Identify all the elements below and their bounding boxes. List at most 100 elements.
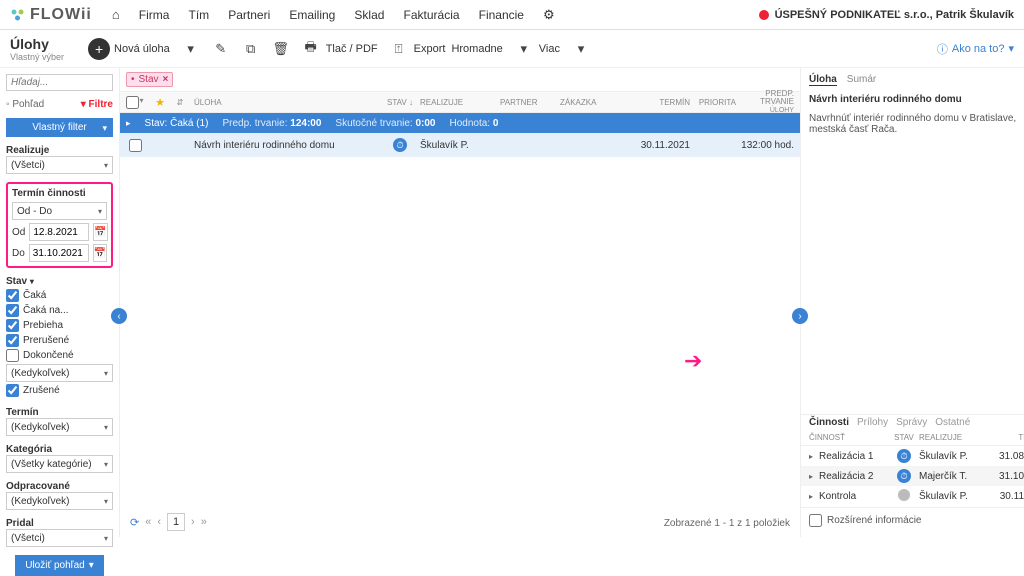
col-realizer[interactable]: REALIZUJE (420, 98, 500, 107)
grid-header: ▾ ★ ⇵ ÚLOHA STAV ↓ REALIZUJE PARTNER ZÁK… (120, 91, 800, 113)
detail-description: Navrhnúť interiér rodinného domu v Brati… (809, 113, 1024, 135)
kategoria-select[interactable]: (Všetky kategórie)▾ (6, 455, 113, 473)
help-link[interactable]: ⓘ Ako na to? ▾ (937, 41, 1014, 57)
new-task-button-icon[interactable]: + (88, 38, 110, 60)
status-prerusene-checkbox[interactable] (6, 334, 19, 347)
close-icon[interactable]: × (163, 74, 169, 85)
activity-realizer: Škulavík P. (919, 491, 999, 502)
chevron-right-icon: ▸ (809, 452, 819, 461)
tab-sumar[interactable]: Sumár (847, 74, 876, 86)
filters-link[interactable]: ▾ Filtre (81, 99, 113, 110)
col-status[interactable]: STAV (387, 98, 407, 107)
nav-fakturacia[interactable]: Fakturácia (404, 8, 460, 22)
page-prev-icon[interactable]: ‹ (157, 516, 161, 528)
brand-logo: FLOWii (10, 6, 92, 24)
activity-row[interactable]: ▸Realizácia 2⏱Majerčík T.31.10.2021 (801, 466, 1024, 486)
nav-tim[interactable]: Tím (189, 8, 210, 22)
delete-icon[interactable]: 🗑 (270, 41, 292, 57)
home-icon[interactable]: ⌂ (112, 7, 120, 22)
export-button[interactable]: Export (414, 43, 446, 55)
tab-spravy[interactable]: Správy (896, 417, 927, 428)
activity-realizer: Majerčík T. (919, 471, 999, 482)
status-dokoncene-checkbox[interactable] (6, 349, 19, 362)
activity-row[interactable]: ▸KontrolaŠkulavík P.30.11.2021 (801, 486, 1024, 507)
nav-emailing[interactable]: Emailing (289, 8, 335, 22)
tab-ostatne[interactable]: Ostatné (935, 417, 970, 428)
copy-icon[interactable]: ⧉ (240, 41, 262, 57)
col-duration[interactable]: PREDP. TRVANIEÚLOHY (740, 90, 800, 114)
new-task-button[interactable]: Nová úloha (114, 43, 170, 55)
col-deadline[interactable]: TERMÍN (620, 98, 690, 107)
tab-prilohy[interactable]: Prílohy (857, 417, 888, 428)
status-zrusene-checkbox[interactable] (6, 384, 19, 397)
select-all-checkbox[interactable] (126, 96, 139, 109)
col-priority[interactable]: PRIORITA (690, 98, 740, 107)
date-mode-select[interactable]: Od - Do▾ (12, 202, 107, 220)
row-checkbox[interactable] (129, 139, 142, 152)
page-title-block: Úlohy Vlastný výber (10, 36, 64, 62)
edit-icon[interactable]: ✎ (210, 41, 232, 57)
sort-icon[interactable]: ⇵ (170, 98, 190, 107)
own-filter-button[interactable]: Vlastný filter▾ (6, 118, 113, 137)
status-anytime-select[interactable]: (Kedykoľvek)▾ (6, 364, 113, 382)
tab-cinnosti[interactable]: Činnosti (809, 417, 849, 428)
refresh-icon[interactable]: ⟳ (130, 516, 139, 529)
termin-label: Termín (6, 407, 113, 418)
page-last-icon[interactable]: » (201, 516, 207, 528)
status-prebieha-checkbox[interactable] (6, 319, 19, 332)
col-partner[interactable]: PARTNER (500, 98, 560, 107)
page-next-icon[interactable]: › (191, 516, 195, 528)
gear-icon[interactable]: ⚙ (543, 7, 555, 22)
nav-financie[interactable]: Financie (479, 8, 524, 22)
view-mode-link[interactable]: ◦ Pohľad (6, 99, 44, 110)
realizes-select[interactable]: (Všetci)▾ (6, 156, 113, 174)
export-icon[interactable]: ⍐ (388, 41, 410, 57)
group-row[interactable]: ▸ Stav: Čaká (1) Predp. trvanie: 124:00 … (120, 113, 800, 133)
filter-sidebar: ◦ Pohľad ▾ Filtre Vlastný filter▾ Realiz… (0, 68, 120, 537)
kategoria-label: Kategória (6, 444, 113, 455)
chevron-down-icon[interactable]: ▾ (513, 41, 535, 57)
more-button[interactable]: Viac (539, 43, 560, 55)
from-date-input[interactable] (29, 223, 89, 241)
caret-icon: ▾ (104, 460, 108, 469)
col-order[interactable]: ZÁKAZKA (560, 98, 620, 107)
activity-row[interactable]: ▸Realizácia 1⏱Škulavík P.31.08.2021 (801, 446, 1024, 466)
status-caka-checkbox[interactable] (6, 289, 19, 302)
print-icon[interactable]: 🖶 (300, 38, 322, 60)
chevron-down-icon[interactable]: ▾ (570, 41, 592, 57)
termin-select[interactable]: (Kedykoľvek)▾ (6, 418, 113, 436)
nav-partneri[interactable]: Partneri (228, 8, 270, 22)
status-cakana-checkbox[interactable] (6, 304, 19, 317)
caret-icon: ▾ (98, 207, 102, 216)
account-label[interactable]: ÚSPEŠNÝ PODNIKATEĽ s.r.o., Patrik Škulav… (759, 9, 1014, 21)
filter-tag-stav[interactable]: • Stav × (126, 72, 173, 87)
print-button[interactable]: Tlač / PDF (326, 43, 378, 55)
chevron-down-icon[interactable]: ▾ (180, 41, 202, 57)
tab-uloha[interactable]: Úloha (809, 74, 837, 86)
top-bar: FLOWii ⌂ Firma Tím Partneri Emailing Skl… (0, 0, 1024, 30)
chevron-down-icon: ▾ (102, 123, 107, 134)
save-view-button[interactable]: Uložiť pohľad▾ (15, 555, 104, 576)
page-first-icon[interactable]: « (145, 516, 151, 528)
collapse-panel-handle[interactable]: › (792, 308, 808, 324)
to-date-input[interactable] (29, 244, 89, 262)
nav-firma[interactable]: Firma (139, 8, 170, 22)
caret-icon: ▾ (104, 161, 108, 170)
calendar-icon[interactable]: 📅 (93, 244, 107, 262)
col-task[interactable]: ÚLOHA (190, 98, 380, 107)
task-row[interactable]: Návrh interiéru rodinného domu ⏱ Škulaví… (120, 133, 800, 157)
odprac-select[interactable]: (Kedykoľvek)▾ (6, 492, 113, 510)
to-label: Do (12, 248, 25, 259)
search-input[interactable] (6, 74, 113, 91)
pridal-select[interactable]: (Všetci)▾ (6, 529, 113, 547)
calendar-icon[interactable]: 📅 (93, 223, 107, 241)
status-badge-icon (898, 489, 910, 501)
page-number[interactable]: 1 (167, 513, 185, 531)
extended-info-checkbox[interactable] (809, 514, 822, 527)
star-icon[interactable]: ★ (150, 96, 170, 109)
page-title: Úlohy (10, 36, 49, 52)
row-title: Návrh interiéru rodinného domu (190, 140, 380, 151)
bulk-button[interactable]: Hromadne (451, 43, 502, 55)
nav-sklad[interactable]: Sklad (354, 8, 384, 22)
chevron-right-icon: ▸ (809, 472, 819, 481)
